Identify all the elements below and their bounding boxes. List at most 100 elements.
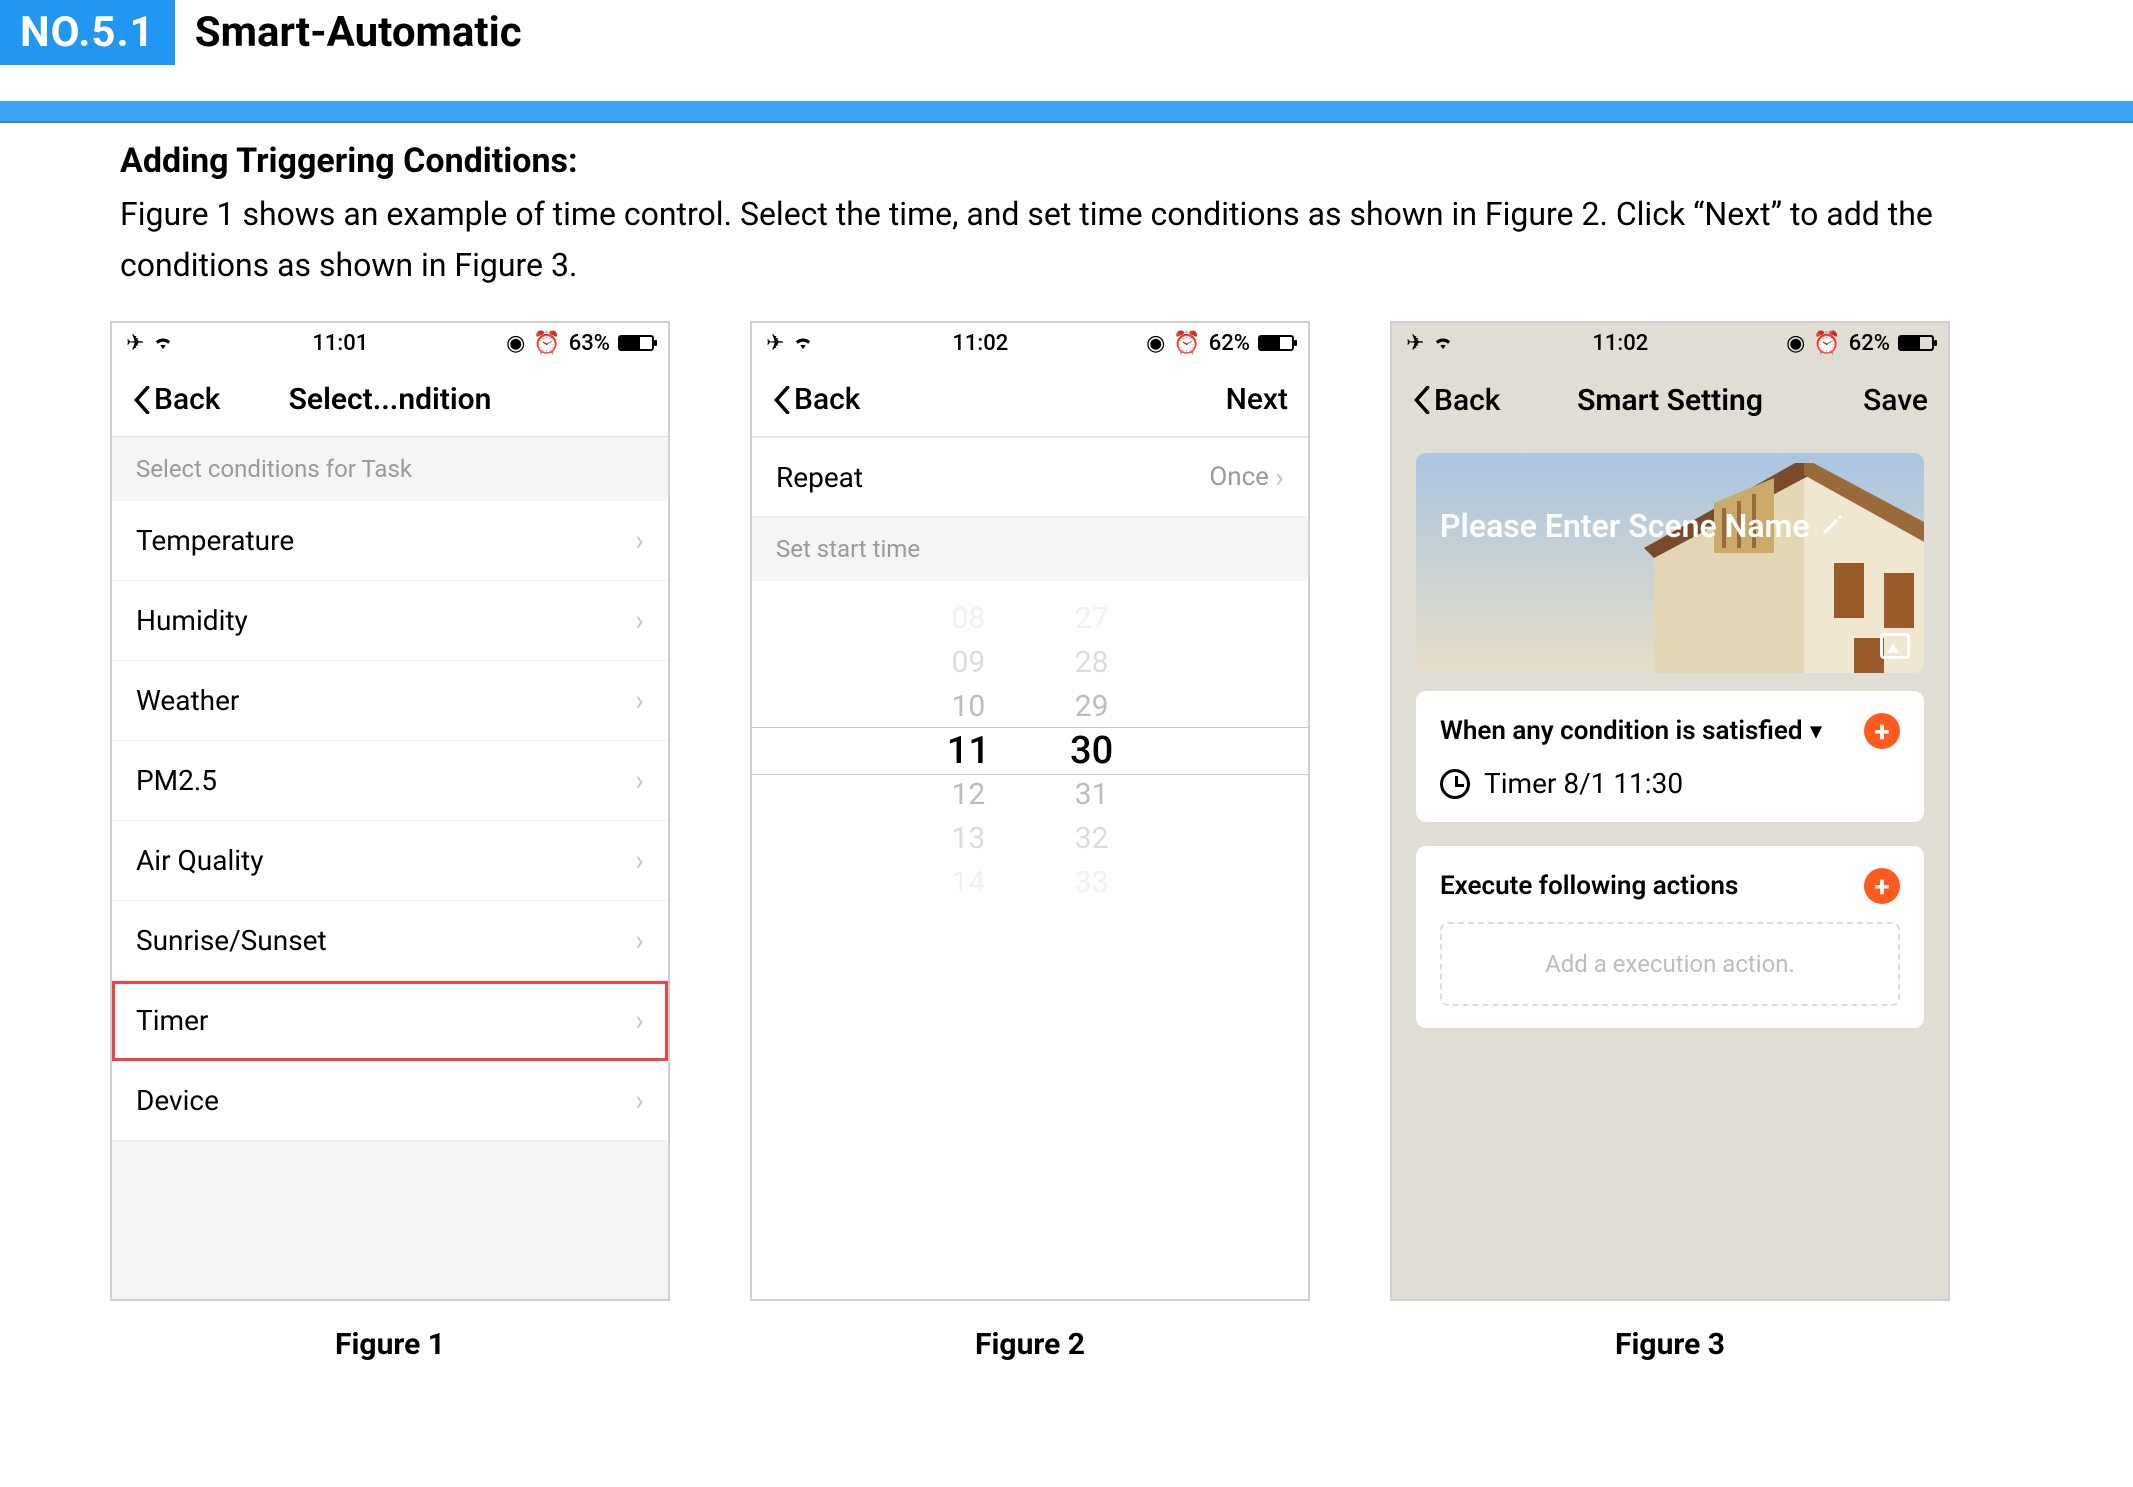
battery-icon: [1258, 335, 1294, 351]
status-bar: ✈ 11:02 ◉ ⏰ 62%: [1392, 323, 1948, 363]
battery-icon: [618, 335, 654, 351]
condition-item-humidity[interactable]: Humidity ›: [112, 581, 668, 661]
status-time: 11:01: [312, 331, 368, 356]
back-label: Back: [154, 382, 220, 417]
condition-text: Timer 8/1 11:30: [1484, 767, 1683, 800]
body-text: Adding Triggering Conditions: Figure 1 s…: [0, 123, 2133, 311]
paragraph: Figure 1 shows an example of time contro…: [120, 189, 2013, 291]
back-button[interactable]: Back: [772, 382, 860, 417]
alarm-icon: ⏰: [533, 331, 560, 356]
condition-label: Humidity: [136, 604, 248, 637]
house-illustration: [1604, 463, 1924, 673]
condition-item-device[interactable]: Device ›: [112, 1061, 668, 1141]
section-label: Select conditions for Task: [112, 437, 668, 501]
condition-row[interactable]: Timer 8/1 11:30: [1440, 767, 1900, 800]
add-condition-button[interactable]: +: [1864, 713, 1900, 749]
chevron-right-icon: ›: [635, 923, 644, 958]
phone-figure-3: ✈ 11:02 ◉ ⏰ 62% Back Smart: [1390, 321, 1950, 1301]
back-button[interactable]: Back: [132, 382, 220, 417]
repeat-row[interactable]: Repeat Once ›: [752, 437, 1308, 517]
chevron-right-icon: ›: [635, 1083, 644, 1118]
status-bar: ✈ 11:01 ◉ ⏰ 63%: [112, 323, 668, 363]
horizontal-divider: [0, 101, 2133, 123]
condition-item-pm2-5[interactable]: PM2.5 ›: [112, 741, 668, 821]
battery-icon: [1898, 335, 1934, 351]
picker-value: 28: [1075, 641, 1109, 685]
picker-value: 27: [1075, 597, 1109, 641]
condition-item-temperature[interactable]: Temperature›: [112, 501, 668, 581]
condition-label: Weather: [136, 684, 239, 717]
repeat-label: Repeat: [776, 461, 863, 494]
section-number-badge: NO.5.1: [0, 0, 175, 65]
next-button[interactable]: Next: [1226, 382, 1288, 417]
picker-value: 09: [952, 641, 986, 685]
wifi-icon: [1432, 331, 1454, 356]
conditions-card: When any condition is satisfied ▾ + Time…: [1416, 691, 1924, 822]
wifi-icon: [152, 331, 174, 356]
conditions-header: When any condition is satisfied: [1440, 716, 1802, 746]
save-button[interactable]: Save: [1863, 383, 1928, 418]
condition-label: Air Quality: [136, 844, 263, 877]
picker-minutes[interactable]: 27282930313233: [1070, 597, 1113, 905]
figure-3-column: ✈ 11:02 ◉ ⏰ 62% Back Smart: [1390, 321, 1950, 1362]
figures-row: ✈ 11:01 ◉ ⏰ 63% Back Select: [0, 311, 2133, 1382]
picker-value: 29: [1075, 685, 1109, 729]
picker-value: 08: [952, 597, 986, 641]
figure-1-label: Figure 1: [335, 1327, 445, 1362]
doc-title: Smart-Automatic: [195, 8, 522, 57]
picker-value: 11: [947, 729, 990, 773]
wifi-icon: [792, 331, 814, 356]
nav-bar: Back Smart Setting Save: [1392, 363, 1948, 437]
actions-card: Execute following actions + Add a execut…: [1416, 846, 1924, 1028]
phone-figure-2: ✈ 11:02 ◉ ⏰ 62% Back Next: [750, 321, 1310, 1301]
condition-label: Sunrise/Sunset: [136, 924, 327, 957]
figure-2-label: Figure 2: [975, 1327, 1085, 1362]
picker-value: 30: [1070, 729, 1113, 773]
section-label: Set start time: [752, 517, 1308, 581]
nav-bar: Back Select...ndition: [112, 363, 668, 437]
add-action-button[interactable]: +: [1864, 868, 1900, 904]
chevron-right-icon: ›: [635, 603, 644, 638]
condition-label: PM2.5: [136, 764, 217, 797]
chevron-right-icon: ›: [635, 843, 644, 878]
back-label: Back: [1434, 383, 1500, 418]
picker-value: 12: [952, 773, 986, 817]
alarm-icon: ⏰: [1813, 331, 1840, 356]
back-button[interactable]: Back: [1412, 383, 1500, 418]
scene-hero[interactable]: Please Enter Scene Name: [1416, 453, 1924, 673]
picker-hours[interactable]: 08091011121314: [947, 597, 990, 905]
add-action-placeholder[interactable]: Add a execution action.: [1440, 922, 1900, 1006]
picker-value: 33: [1075, 861, 1109, 905]
chevron-right-icon: ›: [635, 1003, 644, 1038]
condition-item-timer[interactable]: Timer›: [112, 981, 668, 1061]
battery-percent: 62%: [1849, 331, 1890, 356]
scene-name-placeholder: Please Enter Scene Name: [1440, 507, 1810, 545]
picker-value: 13: [952, 817, 986, 861]
location-icon: ◉: [506, 331, 525, 356]
chevron-right-icon: ›: [635, 683, 644, 718]
condition-label: Device: [136, 1084, 219, 1117]
picker-value: 14: [952, 861, 986, 905]
scene-name-input[interactable]: Please Enter Scene Name: [1440, 507, 1844, 545]
status-time: 11:02: [1592, 331, 1648, 356]
figure-2-column: ✈ 11:02 ◉ ⏰ 62% Back Next: [750, 321, 1310, 1362]
condition-item-air-quality[interactable]: Air Quality ›: [112, 821, 668, 901]
conditions-list: Temperature›Humidity›Weather›PM2.5›Air Q…: [112, 501, 668, 1141]
picker-value: 31: [1075, 773, 1109, 817]
picker-value: 32: [1075, 817, 1109, 861]
figure-1-column: ✈ 11:01 ◉ ⏰ 63% Back Select: [110, 321, 670, 1362]
doc-header: NO.5.1 Smart-Automatic: [0, 0, 2133, 73]
repeat-value: Once: [1209, 462, 1269, 492]
chevron-down-icon[interactable]: ▾: [1810, 719, 1821, 744]
picker-value: 10: [952, 685, 986, 729]
condition-item-sunrise-sunset[interactable]: Sunrise/Sunset ›: [112, 901, 668, 981]
time-picker[interactable]: 08091011121314 27282930313233: [752, 581, 1308, 925]
alarm-icon: ⏰: [1173, 331, 1200, 356]
chevron-right-icon: ›: [635, 763, 644, 798]
pencil-icon: [1820, 507, 1844, 545]
status-time: 11:02: [952, 331, 1008, 356]
image-icon[interactable]: [1880, 633, 1910, 659]
condition-item-weather[interactable]: Weather ›: [112, 661, 668, 741]
clock-icon: [1440, 769, 1470, 799]
figure-3-label: Figure 3: [1615, 1327, 1725, 1362]
